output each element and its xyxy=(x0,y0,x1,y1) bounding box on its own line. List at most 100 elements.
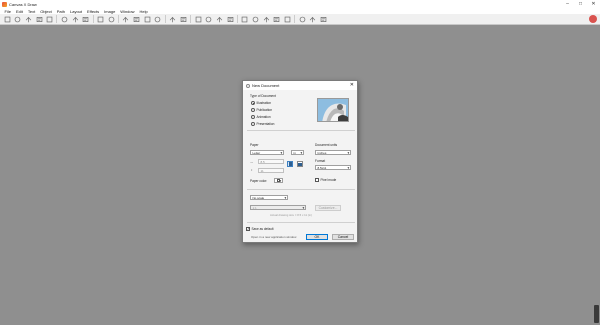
window-controls: – □ ✕ xyxy=(561,0,600,8)
landscape-orientation-button[interactable] xyxy=(297,161,303,167)
save-icon xyxy=(25,16,32,22)
export-button[interactable] xyxy=(46,15,54,23)
redo-icon xyxy=(108,16,114,22)
rotate-icon xyxy=(155,16,161,22)
image-icon xyxy=(252,16,259,22)
pixel-mode-checkbox-box[interactable] xyxy=(315,178,319,182)
save-button[interactable] xyxy=(24,15,32,23)
align-button[interactable] xyxy=(241,15,249,23)
group-button[interactable] xyxy=(194,15,202,23)
minimize-button[interactable]: – xyxy=(561,0,574,8)
grid-button[interactable] xyxy=(309,15,317,23)
zoom-out-button[interactable] xyxy=(133,15,141,23)
scale-ratio-select[interactable]: 1:1 xyxy=(250,205,306,210)
cut-icon xyxy=(61,16,68,22)
radio-animation-button[interactable] xyxy=(251,115,255,119)
radio-illustration-button[interactable] xyxy=(251,101,255,105)
portrait-orientation-button[interactable] xyxy=(287,161,293,167)
rotate-button[interactable] xyxy=(154,15,162,23)
chat-button[interactable] xyxy=(262,15,270,23)
screen-button[interactable] xyxy=(273,15,281,23)
scale-select[interactable]: No scale xyxy=(250,195,288,200)
divider xyxy=(247,222,355,223)
share-button[interactable] xyxy=(179,15,187,23)
customize-button[interactable]: Customize... xyxy=(315,204,341,211)
height-field[interactable]: 11 xyxy=(258,168,284,173)
pixel-mode-checkbox[interactable]: Pixel mode xyxy=(315,178,336,182)
transform-button[interactable] xyxy=(215,15,223,23)
hand-icon xyxy=(144,16,151,22)
open-icon xyxy=(14,16,21,22)
menu-text[interactable]: Text xyxy=(25,9,37,14)
ok-button[interactable]: OK xyxy=(306,233,328,240)
camera-button[interactable] xyxy=(298,15,306,23)
zoom-out-icon xyxy=(133,16,140,22)
paste-button[interactable] xyxy=(82,15,90,23)
cancel-button[interactable]: Cancel xyxy=(332,233,354,240)
dialog-icon xyxy=(246,83,250,88)
save-as-default-checkbox-box[interactable]: ✓ xyxy=(246,227,250,231)
format-select[interactable]: 8.5x11 xyxy=(315,165,351,170)
document-units-label: Document units xyxy=(315,143,338,147)
cut-button[interactable] xyxy=(60,15,68,23)
radio-publication-button[interactable] xyxy=(251,108,255,112)
help-icon[interactable] xyxy=(589,15,597,23)
maximize-button[interactable]: □ xyxy=(574,0,587,8)
radio-presentation[interactable]: Presentation xyxy=(251,122,274,126)
undo-button[interactable] xyxy=(97,15,105,23)
toolbar-separator xyxy=(236,15,238,23)
toolbar-separator xyxy=(117,15,119,23)
copy-button[interactable] xyxy=(71,15,79,23)
new-document-button[interactable] xyxy=(3,15,11,23)
import-button[interactable] xyxy=(169,15,177,23)
actual-size-text: Actual drawing size = 8.5 x 11 (in) xyxy=(270,213,312,217)
ungroup-icon xyxy=(205,16,212,22)
close-window-button[interactable]: ✕ xyxy=(587,0,600,8)
copy-icon xyxy=(72,16,78,22)
radio-illustration[interactable]: Illustration xyxy=(251,101,271,105)
menu-help[interactable]: Help xyxy=(137,9,150,14)
radio-presentation-button[interactable] xyxy=(251,122,255,126)
paper-select[interactable]: Letter xyxy=(250,150,284,155)
new-document-icon xyxy=(4,16,10,22)
type-of-document-label: Type of Document xyxy=(250,94,276,98)
chart-button[interactable] xyxy=(320,15,328,23)
menu-edit[interactable]: Edit xyxy=(13,9,25,14)
menu-window[interactable]: Window xyxy=(118,9,137,14)
menu-file[interactable]: File xyxy=(2,9,13,14)
layout-button[interactable] xyxy=(284,15,292,23)
paste-icon xyxy=(83,16,89,22)
radio-animation[interactable]: Animation xyxy=(251,115,271,119)
save-as-default-label: Save as default xyxy=(251,227,274,231)
link-icon xyxy=(227,16,233,22)
print-icon xyxy=(36,16,42,22)
app-title: Canvas X Draw xyxy=(9,1,37,7)
link-button[interactable] xyxy=(226,15,234,23)
save-as-default-checkbox[interactable]: ✓ Save as default xyxy=(246,227,273,231)
menu-object[interactable]: Object xyxy=(38,9,55,14)
radio-publication[interactable]: Publication xyxy=(251,108,272,112)
portrait-icon xyxy=(288,162,292,166)
open-new-window-text: Open in a new application window xyxy=(251,235,297,239)
menu-path[interactable]: Path xyxy=(54,9,67,14)
document-units-select[interactable]: Inches xyxy=(315,150,351,155)
open-button[interactable] xyxy=(14,15,22,23)
document-type-preview-image xyxy=(317,98,349,122)
ungroup-button[interactable] xyxy=(205,15,213,23)
menu-layout[interactable]: Layout xyxy=(68,9,85,14)
toolbar-separator xyxy=(92,15,94,23)
resize-grip[interactable] xyxy=(594,305,599,323)
screen-icon xyxy=(274,16,280,22)
redo-button[interactable] xyxy=(107,15,115,23)
paper-units-select[interactable]: in xyxy=(291,150,304,155)
zoom-in-button[interactable] xyxy=(122,15,130,23)
paper-color-picker[interactable] xyxy=(274,178,283,183)
image-button[interactable] xyxy=(251,15,259,23)
dialog-close-button[interactable]: ✕ xyxy=(350,82,354,88)
hand-button[interactable] xyxy=(143,15,151,23)
menu-image[interactable]: Image xyxy=(102,9,118,14)
menu-effects[interactable]: Effects xyxy=(85,9,102,14)
width-field[interactable]: 8.5 xyxy=(258,159,284,164)
print-button[interactable] xyxy=(35,15,43,23)
radio-animation-label: Animation xyxy=(256,115,271,119)
